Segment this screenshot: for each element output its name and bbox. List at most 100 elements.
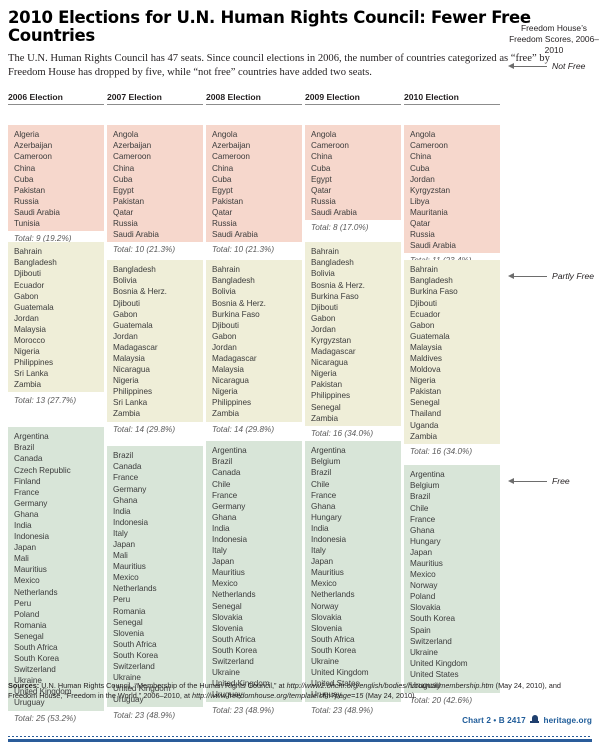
country-name: China (212, 163, 234, 173)
country-name: Bolivia (212, 287, 236, 297)
country-name: Mauritius (14, 565, 47, 575)
country-name: India (212, 523, 230, 533)
country-name: Cameroon (311, 141, 349, 151)
country-block-free: Argentina Brazil Canada Chile France Germany G… (206, 441, 302, 703)
country-name: Czech Republic (14, 465, 71, 475)
election-column: 2007 Election Angola Azerbaijan Cameroon Chi… (107, 92, 203, 720)
country-name: India (14, 520, 32, 530)
country-name: Uganda (410, 420, 439, 430)
legend: Freedom House’s Freedom Scores, 2006–201… (508, 9, 600, 486)
country-name: Malaysia (410, 342, 442, 352)
country-name: Azerbaijan (14, 141, 53, 151)
country-name: Djibouti (311, 302, 338, 312)
country-name: Finland (14, 476, 41, 486)
country-name: China (311, 152, 333, 162)
arrow-left-icon (508, 477, 548, 485)
country-name: Brazil (212, 457, 233, 467)
country-name: Chile (311, 479, 330, 489)
country-name: Philippines (311, 391, 351, 401)
country-name: Djibouti (113, 298, 140, 308)
country-name: Nigeria (113, 376, 139, 386)
country-name: Guatemala (14, 302, 54, 312)
country-name: Indonesia (14, 532, 50, 542)
country-name: Mexico (14, 576, 40, 586)
column-header: 2008 Election (206, 92, 302, 106)
country-name: Bahrain (14, 247, 42, 257)
country-name: United Kingdom (410, 658, 468, 668)
country-name: Canada (14, 454, 43, 464)
country-block-partly-free: Bahrain Bangladesh Djibouti Ecuador Gabon Gua… (8, 242, 104, 393)
country-name: China (410, 152, 432, 162)
country-name: Djibouti (14, 269, 41, 279)
country-block-not-free: Angola Cameroon China Cuba Jordan Kyrgyzstan L… (404, 125, 500, 254)
country-name: Jordan (311, 324, 336, 334)
country-name: Philippines (113, 387, 153, 397)
country-name: Hungary (311, 512, 342, 522)
country-name: Bangladesh (311, 258, 354, 268)
country-block-free: Brazil Canada France Germany Ghana India Indon… (107, 446, 203, 708)
election-column: 2010 Election Angola Cameroon China Cuba Jord… (404, 92, 500, 705)
country-name: Nicaragua (311, 358, 348, 368)
country-name: United States (410, 669, 459, 679)
block-total: Total: 10 (21.3%) (113, 245, 176, 255)
country-name: Bahrain (410, 265, 438, 275)
country-name: Norway (410, 581, 438, 591)
country-name: Netherlands (14, 587, 58, 597)
country-name: Germany (113, 484, 147, 494)
legend-row-not-free: Not Free (508, 61, 600, 71)
country-name: Slovenia (113, 628, 145, 638)
country-name: Senegal (14, 631, 44, 641)
country-name: Madagascar (113, 342, 158, 352)
country-block-partly-free: Bahrain Bangladesh Burkina Faso Djibouti Ecu… (404, 260, 500, 444)
country-name: Bahrain (212, 265, 240, 275)
country-name: Netherlands (212, 590, 256, 600)
country-name: Poland (14, 609, 40, 619)
country-name: Gabon (311, 313, 336, 323)
country-name: Burkina Faso (311, 291, 359, 301)
country-name: South Korea (410, 614, 455, 624)
country-name: Romania (113, 606, 146, 616)
chart-credit: Chart 2 • B 2417 heritage.org (8, 715, 592, 725)
country-name: Switzerland (14, 665, 56, 675)
election-column: 2008 Election Angola Azerbaijan Cameroon Chi… (206, 92, 302, 715)
country-name: Germany (14, 498, 48, 508)
country-name: Malaysia (14, 324, 46, 334)
country-name: South Korea (14, 654, 59, 664)
country-name: Italy (311, 546, 326, 556)
country-name: Saudi Arabia (113, 230, 159, 240)
country-name: Burkina Faso (212, 309, 260, 319)
country-name: Tunisia (14, 218, 40, 228)
country-name: Japan (311, 557, 334, 567)
page-title: 2010 Elections for U.N. Human Rights Cou… (8, 8, 531, 46)
country-name: Spain (410, 625, 431, 635)
country-name: Azerbaijan (113, 141, 152, 151)
country-name: Bosnia & Herz. (113, 287, 167, 297)
country-name: France (212, 490, 238, 500)
country-name: China (113, 163, 135, 173)
column-header: 2006 Election (8, 92, 104, 106)
country-name: Senegal (410, 398, 440, 408)
country-name: Egypt (212, 185, 233, 195)
country-name: France (311, 490, 337, 500)
chart-id: Chart 2 • B 2417 (462, 715, 526, 725)
country-name: Ghana (311, 501, 336, 511)
infographic-page: 2010 Elections for U.N. Human Rights Cou… (0, 8, 600, 750)
country-name: Ghana (14, 509, 39, 519)
country-name: Ukraine (212, 668, 240, 678)
country-name: Qatar (311, 185, 332, 195)
country-name: Gabon (212, 331, 237, 341)
country-name: Algeria (14, 130, 40, 140)
country-name: Pakistan (113, 196, 145, 206)
country-name: Cuba (410, 163, 430, 173)
country-block-partly-free: Bahrain Bangladesh Bolivia Bosnia & Herz. Bu… (305, 242, 401, 426)
country-name: Russia (113, 218, 138, 228)
country-name: Nigeria (212, 387, 238, 397)
country-name: Nicaragua (212, 376, 249, 386)
country-name: Morocco (14, 335, 46, 345)
country-name: Hungary (410, 536, 441, 546)
country-name: Zambia (212, 409, 240, 419)
country-name: Egypt (311, 174, 332, 184)
country-name: Japan (113, 539, 136, 549)
country-name: Switzerland (113, 662, 155, 671)
country-name: Guatemala (113, 320, 153, 330)
